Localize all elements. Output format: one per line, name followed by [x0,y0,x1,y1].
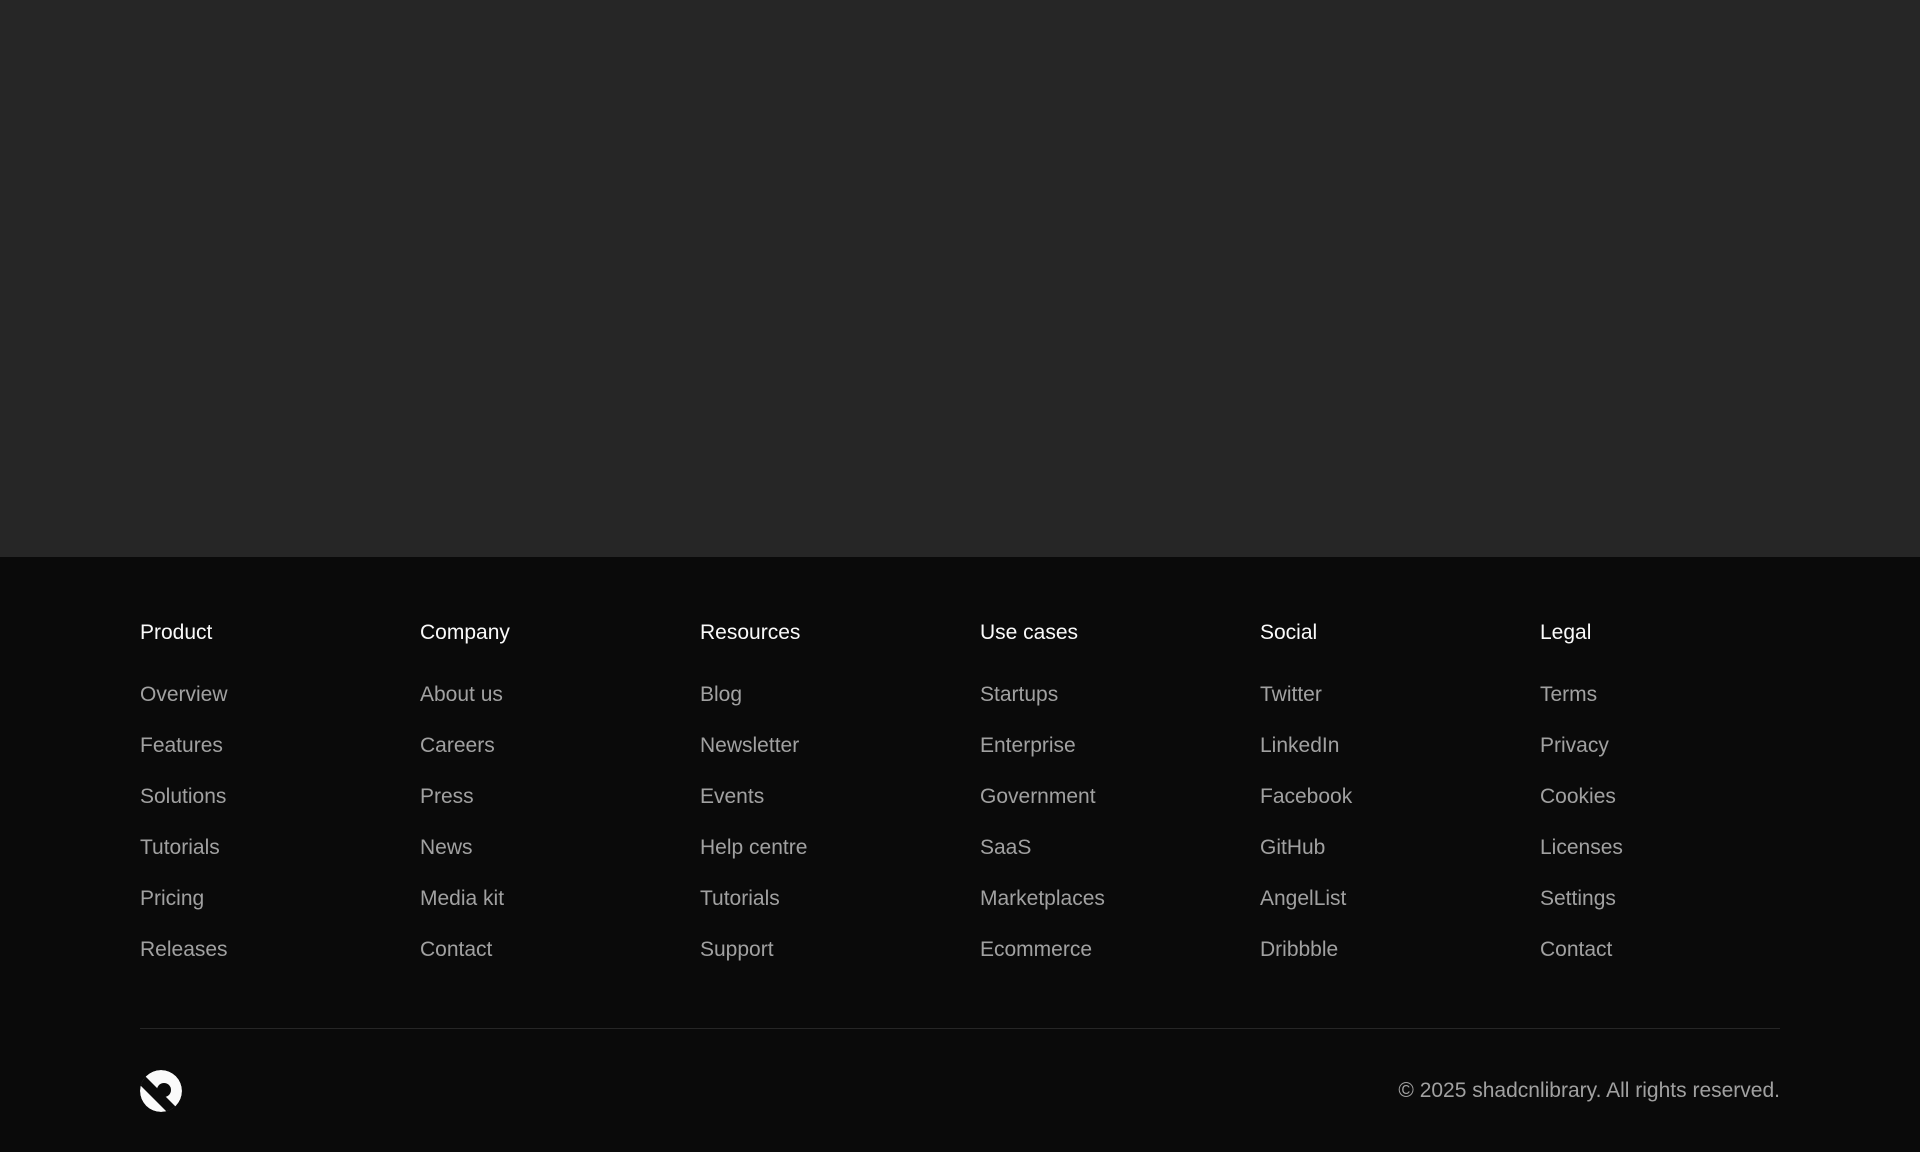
footer-link-contact[interactable]: Contact [420,938,492,961]
footer-list-item: Cookies [1540,785,1820,836]
footer-list-item: Enterprise [980,734,1260,785]
footer-link-solutions[interactable]: Solutions [140,785,226,808]
footer-list-item: Overview [140,683,420,734]
footer-link-help-centre[interactable]: Help centre [700,836,807,859]
footer-link-dribbble[interactable]: Dribbble [1260,938,1338,961]
footer-link-media-kit[interactable]: Media kit [420,887,504,910]
footer-link-licenses[interactable]: Licenses [1540,836,1623,859]
footer-link-privacy[interactable]: Privacy [1540,734,1609,757]
footer-column-heading: Use cases [980,621,1079,644]
footer-column-social: Social Twitter LinkedIn Facebook GitHub Angel… [1260,621,1540,989]
footer-list-item: Contact [420,938,700,989]
footer-link-marketplaces[interactable]: Marketplaces [980,887,1105,910]
footer-column-use-cases: Use cases Startups Enterprise Government Saa… [980,621,1260,989]
footer-link-support[interactable]: Support [700,938,774,961]
footer-list-item: Twitter [1260,683,1540,734]
footer-link-twitter[interactable]: Twitter [1260,683,1322,706]
footer-link-settings[interactable]: Settings [1540,887,1616,910]
footer-column-resources: Resources Blog Newsletter Events Help centre… [700,621,980,989]
footer-list-item: Government [980,785,1260,836]
footer-column-product: Product Overview Features Solutions Tutorial… [140,621,420,989]
footer-link-releases[interactable]: Releases [140,938,228,961]
footer-column-heading: Legal [1540,621,1592,644]
footer-link-list: Twitter LinkedIn Facebook GitHub AngelList Dr… [1260,683,1540,989]
footer-column-heading: Product [140,621,213,644]
footer-link-blog[interactable]: Blog [700,683,742,706]
footer-list-item: Facebook [1260,785,1540,836]
footer-list-item: Solutions [140,785,420,836]
footer-link-about-us[interactable]: About us [420,683,503,706]
footer-container: Product Overview Features Solutions Tutorial… [140,557,1780,1152]
footer-link-saas[interactable]: SaaS [980,836,1031,859]
footer-link-newsletter[interactable]: Newsletter [700,734,799,757]
footer-list-item: GitHub [1260,836,1540,887]
footer-list-item: Ecommerce [980,938,1260,989]
footer-list-item: Contact [1540,938,1820,989]
brand-logo-icon[interactable] [140,1070,182,1112]
footer-link-press[interactable]: Press [420,785,474,808]
footer-column-legal: Legal Terms Privacy Cookies Licenses Settings… [1540,621,1820,989]
footer-link-pricing[interactable]: Pricing [140,887,204,910]
footer-link-government[interactable]: Government [980,785,1096,808]
footer-divider [140,1028,1780,1029]
footer-list-item: Newsletter [700,734,980,785]
footer-link-list: Startups Enterprise Government SaaS Marketpl… [980,683,1260,989]
footer-column-heading: Company [420,621,510,644]
footer-link-angellist[interactable]: AngelList [1260,887,1346,910]
footer-list-item: Dribbble [1260,938,1540,989]
footer-link-overview[interactable]: Overview [140,683,228,706]
footer-list-item: Startups [980,683,1260,734]
footer-link-list: About us Careers Press News Media kit Contact [420,683,700,989]
footer-link-events[interactable]: Events [700,785,764,808]
site-footer: Product Overview Features Solutions Tutorial… [0,557,1920,1152]
footer-link-careers[interactable]: Careers [420,734,495,757]
footer-list-item: Licenses [1540,836,1820,887]
footer-link-list: Terms Privacy Cookies Licenses Settings Conta… [1540,683,1820,989]
footer-link-facebook[interactable]: Facebook [1260,785,1352,808]
footer-list-item: Privacy [1540,734,1820,785]
footer-link-cookies[interactable]: Cookies [1540,785,1616,808]
copyright-text: © 2025 shadcnlibrary. All rights reserve… [1398,1079,1780,1102]
footer-link-startups[interactable]: Startups [980,683,1058,706]
footer-list-item: Pricing [140,887,420,938]
footer-link-features[interactable]: Features [140,734,223,757]
footer-list-item: Tutorials [140,836,420,887]
footer-link-github[interactable]: GitHub [1260,836,1325,859]
footer-list-item: Press [420,785,700,836]
footer-list-item: SaaS [980,836,1260,887]
footer-list-item: Tutorials [700,887,980,938]
footer-link-list: Blog Newsletter Events Help centre Tutorials… [700,683,980,989]
footer-link-list: Overview Features Solutions Tutorials Pricin… [140,683,420,989]
footer-link-tutorials[interactable]: Tutorials [140,836,220,859]
footer-list-item: AngelList [1260,887,1540,938]
footer-list-item: Events [700,785,980,836]
footer-list-item: Help centre [700,836,980,887]
footer-link-news[interactable]: News [420,836,473,859]
footer-list-item: Blog [700,683,980,734]
footer-link-contact[interactable]: Contact [1540,938,1612,961]
footer-list-item: Careers [420,734,700,785]
footer-link-ecommerce[interactable]: Ecommerce [980,938,1092,961]
footer-column-heading: Resources [700,621,801,644]
footer-list-item: Support [700,938,980,989]
hero-area [0,0,1920,557]
footer-link-terms[interactable]: Terms [1540,683,1597,706]
footer-link-enterprise[interactable]: Enterprise [980,734,1076,757]
footer-columns: Product Overview Features Solutions Tutorial… [140,621,1780,989]
footer-list-item: Terms [1540,683,1820,734]
footer-link-linkedin[interactable]: LinkedIn [1260,734,1339,757]
footer-column-heading: Social [1260,621,1318,644]
footer-list-item: News [420,836,700,887]
footer-list-item: Media kit [420,887,700,938]
footer-list-item: LinkedIn [1260,734,1540,785]
footer-list-item: Marketplaces [980,887,1260,938]
footer-column-company: Company About us Careers Press News Media kit… [420,621,700,989]
footer-list-item: Settings [1540,887,1820,938]
footer-link-tutorials[interactable]: Tutorials [700,887,780,910]
footer-list-item: About us [420,683,700,734]
footer-list-item: Features [140,734,420,785]
footer-list-item: Releases [140,938,420,989]
